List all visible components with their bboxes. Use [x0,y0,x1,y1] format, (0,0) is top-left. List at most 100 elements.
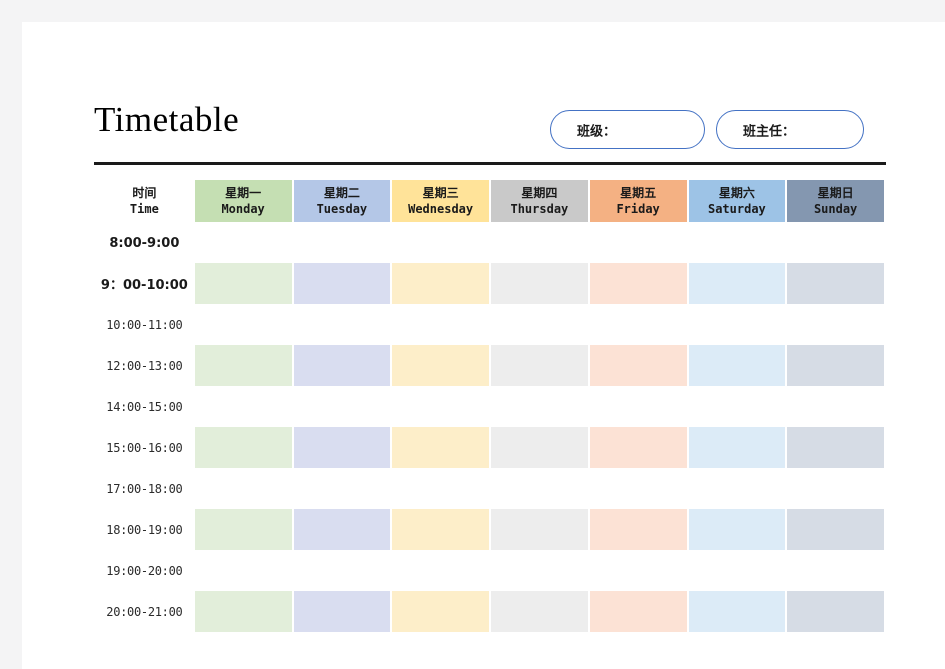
timetable-cell-mon[interactable] [194,427,292,468]
timetable-cell-mon[interactable] [194,509,292,550]
timetable-cell-tue[interactable] [294,468,391,509]
timetable-cell-sun[interactable] [787,386,884,427]
timetable-cell-sun[interactable] [787,222,884,263]
timetable-cell-thu[interactable] [491,427,588,468]
timetable-cell-fri[interactable] [590,222,687,263]
day-header-en: Monday [221,201,265,216]
day-header-cn: 星期五 [620,185,657,200]
timetable-cell-wed[interactable] [392,222,489,263]
timetable-cell-wed[interactable] [392,427,489,468]
time-slot-label: 12:00-13:00 [96,345,193,386]
head-teacher-field-label: 班主任： [743,124,796,139]
day-header-en: Tuesday [316,201,368,216]
timetable-cell-wed[interactable] [392,386,489,427]
timetable-cell-sat[interactable] [689,386,786,427]
day-header-sat: 星期六 Saturday [688,180,786,222]
timetable-header-row: 时间 Time 星期一 Monday 星期二 Tuesday 星期三 Wednesday 星… [96,180,884,222]
timetable-cell-thu[interactable] [491,345,588,386]
timetable-cell-sat[interactable] [689,304,786,345]
timetable-cell-fri[interactable] [590,304,687,345]
timetable-cell-fri[interactable] [590,550,687,591]
timetable-cell-mon[interactable] [195,386,292,427]
day-header-cn: 星期四 [521,185,558,200]
time-column-header-cn: 时间 [132,185,157,200]
timetable-cell-sat[interactable] [688,427,786,468]
timetable-cell-tue[interactable] [294,550,391,591]
time-slot-label: 14:00-15:00 [96,386,193,427]
timetable-cell-fri[interactable] [589,591,687,632]
head-teacher-field[interactable]: 班主任： [716,110,864,149]
timetable-cell-mon[interactable] [194,263,292,304]
time-slot-text: 20:00-21:00 [106,604,183,619]
timetable-cell-fri[interactable] [590,386,687,427]
timetable-cell-tue[interactable] [293,509,391,550]
timetable-cell-sat[interactable] [688,263,786,304]
timetable-row: 15:00-16:00 [96,427,884,468]
timetable: 时间 Time 星期一 Monday 星期二 Tuesday 星期三 Wednesday 星… [94,180,886,632]
timetable-row: 8:00-9:00 [96,222,884,263]
timetable-cell-sat[interactable] [688,591,786,632]
timetable-cell-sat[interactable] [689,222,786,263]
timetable-cell-sun[interactable] [787,550,884,591]
timetable-cell-thu[interactable] [491,468,588,509]
timetable-cell-thu[interactable] [491,550,588,591]
timetable-cell-tue[interactable] [294,386,391,427]
timetable-cell-tue[interactable] [293,345,391,386]
day-header-en: Friday [616,201,660,216]
day-header-tue: 星期二 Tuesday [293,180,391,222]
timetable-cell-mon[interactable] [194,345,292,386]
timetable-cell-tue[interactable] [293,263,391,304]
time-slot-text: 17:00-18:00 [106,481,183,496]
timetable-cell-sun[interactable] [787,263,884,304]
timetable-cell-fri[interactable] [590,468,687,509]
timetable-row: 19:00-20:00 [96,550,884,591]
timetable-cell-fri[interactable] [589,427,687,468]
timetable-cell-thu[interactable] [491,304,588,345]
day-header-mon: 星期一 Monday [194,180,292,222]
timetable-cell-fri[interactable] [589,345,687,386]
time-slot-text: 8:00-9:00 [109,235,180,251]
timetable-cell-wed[interactable] [392,304,489,345]
timetable-cell-mon[interactable] [195,468,292,509]
timetable-cell-wed[interactable] [392,468,489,509]
timetable-cell-sun[interactable] [787,304,884,345]
title-divider [94,162,886,165]
timetable-cell-sun[interactable] [787,468,884,509]
time-slot-text: 14:00-15:00 [106,399,183,414]
timetable-cell-fri[interactable] [589,263,687,304]
timetable-cell-wed[interactable] [392,345,489,386]
timetable-cell-mon[interactable] [195,550,292,591]
timetable-cell-thu[interactable] [491,591,588,632]
timetable-cell-mon[interactable] [195,304,292,345]
timetable-cell-mon[interactable] [195,222,292,263]
time-slot-label: 18:00-19:00 [96,509,193,550]
timetable-cell-sat[interactable] [688,509,786,550]
timetable-cell-wed[interactable] [392,509,489,550]
timetable-cell-tue[interactable] [293,591,391,632]
timetable-cell-thu[interactable] [491,263,588,304]
class-field[interactable]: 班级： [550,110,705,149]
timetable-cell-sat[interactable] [689,468,786,509]
day-header-cn: 星期三 [422,185,459,200]
timetable-cell-wed[interactable] [392,263,489,304]
timetable-row: 17:00-18:00 [96,468,884,509]
timetable-cell-sun[interactable] [787,345,884,386]
timetable-cell-thu[interactable] [491,386,588,427]
timetable-cell-thu[interactable] [491,509,588,550]
timetable-cell-sun[interactable] [787,427,884,468]
timetable-cell-tue[interactable] [294,222,391,263]
timetable-cell-tue[interactable] [293,427,391,468]
timetable-cell-tue[interactable] [294,304,391,345]
timetable-cell-thu[interactable] [491,222,588,263]
timetable-cell-sun[interactable] [787,509,884,550]
timetable-cell-mon[interactable] [194,591,292,632]
day-header-wed: 星期三 Wednesday [392,180,489,222]
timetable-row: 10:00-11:00 [96,304,884,345]
timetable-cell-fri[interactable] [589,509,687,550]
timetable-cell-wed[interactable] [392,591,489,632]
timetable-cell-sat[interactable] [689,550,786,591]
timetable-cell-sat[interactable] [688,345,786,386]
timetable-cell-sun[interactable] [787,591,884,632]
page-title: Timetable [94,100,240,139]
timetable-cell-wed[interactable] [392,550,489,591]
